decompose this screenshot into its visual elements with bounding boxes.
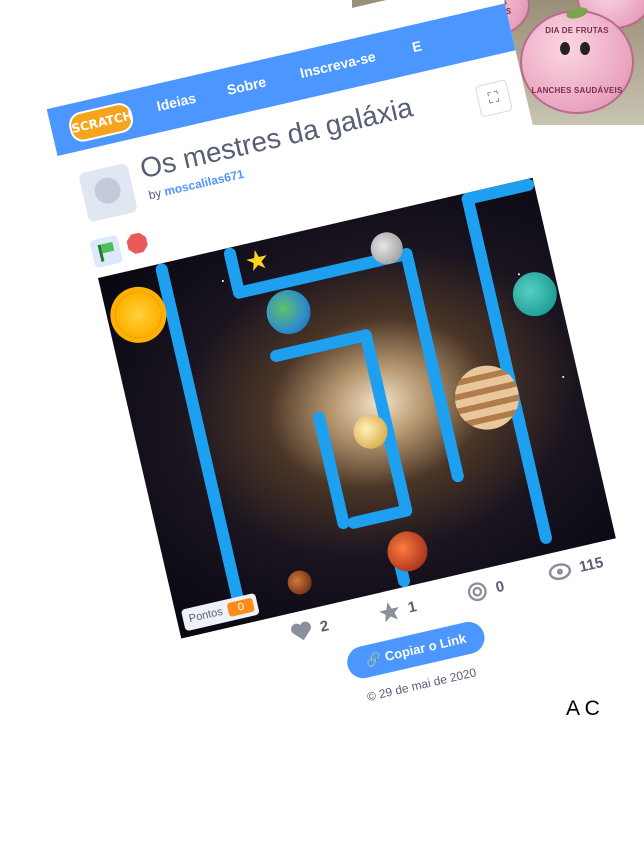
remix-icon (467, 582, 487, 602)
maze-wall (311, 410, 351, 531)
heart-icon (291, 621, 311, 641)
favorites-count: 1 (406, 597, 419, 616)
eye-icon (548, 563, 572, 581)
views-stat: 115 (546, 552, 605, 584)
apple-figure-main: DIA DE FRUTAS LANCHES SAUDÁVEIS (520, 5, 634, 114)
nav-sobre[interactable]: Sobre (225, 73, 267, 98)
copyright-icon: © (365, 688, 378, 705)
link-icon: 🔗 (363, 650, 384, 669)
score-monitor: Pontos 0 (180, 592, 261, 632)
stop-icon[interactable] (125, 231, 149, 255)
views-count: 115 (577, 553, 605, 576)
maze-wall (154, 262, 245, 607)
nav-inscreva-se[interactable]: Inscreva-se (298, 48, 377, 81)
neptune-sprite (508, 267, 562, 321)
flag-icon[interactable] (89, 234, 124, 269)
nav-entrar[interactable]: E (410, 38, 423, 56)
maze-wall (399, 246, 466, 484)
sun-sprite (110, 287, 166, 343)
earth-sprite (262, 285, 315, 339)
scratch-logo[interactable]: SCRATCH (66, 100, 136, 145)
maze-wall (460, 177, 536, 207)
mars-sprite (383, 527, 432, 576)
remixes-count: 0 (493, 577, 506, 596)
maze-wall (346, 503, 414, 530)
mercury-sprite (285, 568, 315, 597)
author-avatar[interactable] (78, 162, 139, 223)
loves-count: 2 (318, 616, 331, 636)
apple-main-caption: LANCHES SAUDÁVEIS (531, 86, 623, 95)
partial-side-text: A C (566, 697, 600, 720)
score-value: 0 (226, 597, 256, 618)
maze-wall (268, 328, 370, 364)
favorites-stat[interactable]: 1 (376, 595, 418, 625)
fullscreen-icon[interactable]: ⛶ (474, 79, 513, 118)
by-prefix: by (147, 185, 163, 203)
remixes-stat: 0 (464, 575, 506, 605)
star-icon (379, 602, 399, 623)
loves-stat[interactable]: 2 (289, 615, 331, 643)
nav-ideias[interactable]: Ideias (155, 90, 197, 115)
apple-main-top-text: DIA DE FRUTAS (545, 26, 609, 35)
copy-link-label: Copiar o Link (383, 630, 468, 664)
score-label: Pontos (187, 605, 224, 626)
star-sprite (244, 248, 270, 274)
